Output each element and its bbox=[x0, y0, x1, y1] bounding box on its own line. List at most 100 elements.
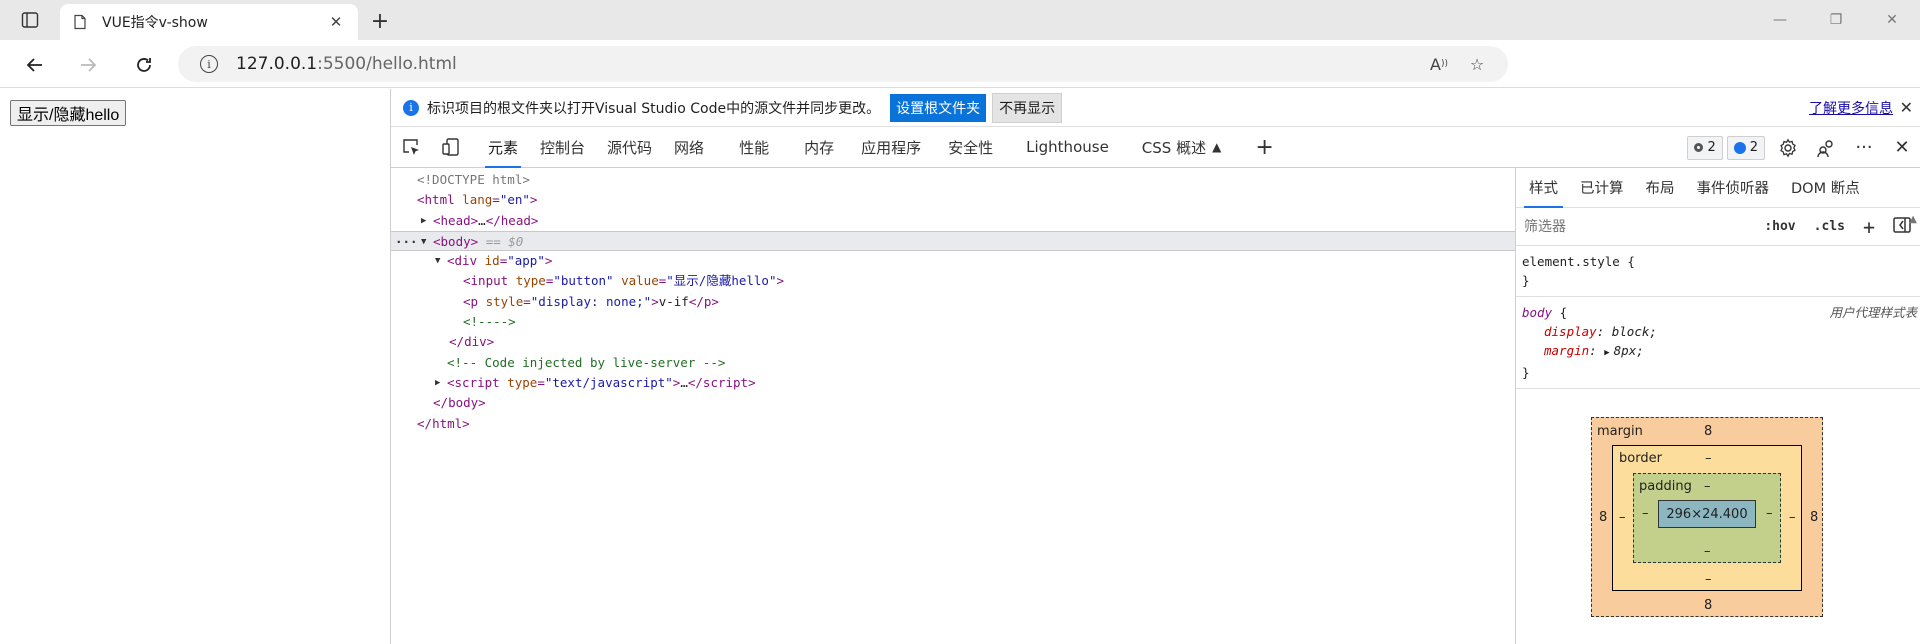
border-top-value[interactable]: – bbox=[1705, 451, 1712, 466]
tab-network[interactable]: 网络 bbox=[663, 127, 728, 168]
experiment-flask-icon: ▲ bbox=[1212, 140, 1222, 154]
border-left-value[interactable]: – bbox=[1619, 510, 1626, 525]
dom-node-html-close[interactable]: </html> bbox=[391, 414, 1515, 434]
refresh-button[interactable] bbox=[129, 50, 159, 80]
device-emulation-button[interactable] bbox=[431, 127, 471, 168]
collapse-triangle-icon[interactable]: ▼ bbox=[435, 251, 440, 271]
styles-pane: 样式 已计算 布局 事件侦听器 DOM 断点 :hov .cls + ▲ ele… bbox=[1515, 168, 1920, 644]
padding-right-value[interactable]: – bbox=[1766, 506, 1773, 521]
infobar-close-icon[interactable]: ✕ bbox=[1900, 98, 1913, 117]
box-model-border[interactable]: border – – – – padding – – – – 296×24.40… bbox=[1612, 445, 1802, 591]
feedback-button[interactable] bbox=[1807, 127, 1845, 168]
body-rule-selector: body bbox=[1522, 305, 1553, 320]
dom-node-body-close[interactable]: </body> bbox=[391, 393, 1515, 413]
tab-console[interactable]: 控制台 bbox=[529, 127, 596, 168]
dom-node-body-selected[interactable]: ··· ▼ <body> == $0 bbox=[391, 230, 1515, 252]
read-aloud-icon[interactable]: A)) bbox=[1428, 53, 1450, 75]
tab-close-icon[interactable]: ✕ bbox=[326, 12, 346, 32]
tab-computed[interactable]: 已计算 bbox=[1571, 168, 1633, 208]
tab-memory[interactable]: 内存 bbox=[793, 127, 850, 168]
devtools-settings-button[interactable] bbox=[1769, 127, 1807, 168]
address-bar[interactable]: i 127.0.0.1:5500/hello.html A)) ☆ bbox=[178, 46, 1508, 82]
tab-elements[interactable]: 元素 bbox=[477, 127, 529, 168]
tab-actions-button[interactable] bbox=[10, 7, 50, 33]
tab-styles[interactable]: 样式 bbox=[1520, 168, 1567, 208]
info-icon: i bbox=[403, 99, 419, 116]
css-prop-name: display bbox=[1544, 324, 1597, 339]
box-model-padding[interactable]: padding – – – – 296×24.400 bbox=[1633, 473, 1781, 563]
margin-bottom-value[interactable]: 8 bbox=[1704, 598, 1712, 613]
border-bottom-value[interactable]: – bbox=[1705, 572, 1712, 587]
element-style-rule[interactable]: element.style { } bbox=[1516, 246, 1920, 297]
dom-node-head[interactable]: ▶ <head>…</head> bbox=[391, 211, 1515, 231]
tab-css-overview[interactable]: CSS 概述 ▲ bbox=[1131, 127, 1233, 168]
styles-toolbar: :hov .cls + bbox=[1764, 215, 1911, 239]
new-style-rule-icon[interactable]: + bbox=[1863, 215, 1875, 239]
body-style-rule[interactable]: body { 用户代理样式表 display: block; margin: ▶… bbox=[1516, 297, 1920, 389]
hov-toggle[interactable]: :hov bbox=[1764, 219, 1795, 234]
margin-right-value[interactable]: 8 bbox=[1810, 510, 1818, 525]
learn-more-link[interactable]: 了解更多信息 bbox=[1809, 98, 1893, 118]
cls-toggle[interactable]: .cls bbox=[1814, 219, 1845, 234]
dont-show-again-button[interactable]: 不再显示 bbox=[992, 92, 1063, 123]
devtools-more-button[interactable]: ··· bbox=[1845, 127, 1883, 168]
scroll-up-arrow-icon[interactable]: ▲ bbox=[1909, 214, 1917, 225]
set-root-folder-button[interactable]: 设置根文件夹 bbox=[890, 93, 987, 122]
messages-badge[interactable]: 2 bbox=[1726, 135, 1765, 160]
expand-triangle-icon[interactable]: ▶ bbox=[435, 373, 440, 393]
tag-script-close: script bbox=[702, 374, 749, 390]
forward-button[interactable] bbox=[73, 50, 103, 80]
collapse-triangle-icon[interactable]: ▼ bbox=[421, 232, 426, 252]
dom-node-input[interactable]: <input type="button" value="显示/隐藏hello"> bbox=[391, 271, 1515, 291]
toggle-hello-button[interactable]: 显示/隐藏hello bbox=[10, 100, 127, 126]
attr-id: id bbox=[484, 253, 500, 269]
styles-filter-input[interactable] bbox=[1520, 212, 1710, 241]
node-actions-icon[interactable]: ··· bbox=[395, 232, 418, 252]
tab-event-listeners[interactable]: 事件侦听器 bbox=[1688, 168, 1779, 208]
padding-left-value[interactable]: – bbox=[1642, 506, 1649, 521]
tab-dom-breakpoints[interactable]: DOM 断点 bbox=[1782, 168, 1869, 208]
issues-badge[interactable]: 2 bbox=[1687, 135, 1723, 160]
computed-sidebar-toggle-icon[interactable] bbox=[1893, 216, 1911, 237]
border-right-value[interactable]: – bbox=[1789, 510, 1796, 525]
dom-node-p[interactable]: <p style="display: none;">v-if</p> bbox=[391, 292, 1515, 312]
padding-top-value[interactable]: – bbox=[1704, 479, 1711, 494]
dom-node-script[interactable]: ▶ <script type="text/javascript">…</scrip… bbox=[391, 373, 1515, 393]
dom-node-html[interactable]: <html lang="en"> bbox=[391, 190, 1515, 210]
site-info-icon[interactable]: i bbox=[200, 55, 218, 73]
tab-security[interactable]: 安全性 bbox=[937, 127, 1015, 168]
box-model-content-size[interactable]: 296×24.400 bbox=[1658, 500, 1756, 528]
new-tab-button[interactable]: + bbox=[366, 7, 394, 35]
browser-tab-active[interactable]: VUE指令v-show ✕ bbox=[60, 4, 358, 40]
add-favorite-icon[interactable]: ☆ bbox=[1466, 53, 1488, 75]
more-tools-button[interactable]: + bbox=[1244, 127, 1284, 168]
attr-script-type: type bbox=[507, 374, 538, 390]
back-button[interactable] bbox=[20, 50, 50, 80]
devtools-close-button[interactable]: ✕ bbox=[1883, 127, 1920, 168]
close-window-icon[interactable]: ✕ bbox=[1864, 0, 1920, 40]
margin-top-value[interactable]: 8 bbox=[1704, 424, 1712, 439]
css-property-display[interactable]: display: block; bbox=[1522, 322, 1915, 341]
margin-label: margin bbox=[1597, 424, 1643, 439]
tab-application[interactable]: 应用程序 bbox=[850, 127, 937, 168]
dom-node-div-app[interactable]: ▼ <div id="app"> bbox=[391, 251, 1515, 271]
css-property-margin[interactable]: margin: ▶ 8px; bbox=[1522, 341, 1915, 363]
dom-node-empty-comment[interactable]: <!----> bbox=[391, 312, 1515, 332]
margin-left-value[interactable]: 8 bbox=[1599, 510, 1607, 525]
box-model-margin[interactable]: margin 8 8 8 8 border – – – – padding – … bbox=[1591, 417, 1823, 617]
expand-triangle-icon[interactable]: ▶ bbox=[421, 211, 426, 231]
restore-icon[interactable]: ❐ bbox=[1808, 0, 1864, 40]
dom-node-live-server-comment[interactable]: <!-- Code injected by live-server --> bbox=[391, 353, 1515, 373]
tab-performance[interactable]: 性能 bbox=[728, 127, 793, 168]
expand-triangle-icon[interactable]: ▶ bbox=[1604, 348, 1609, 358]
inspect-element-button[interactable] bbox=[391, 127, 431, 168]
devtools-infobar: i 标识项目的根文件夹以打开Visual Studio Code中的源文件并同步… bbox=[391, 89, 1920, 127]
dom-node-doctype[interactable]: <!DOCTYPE html> bbox=[391, 170, 1515, 190]
attr-script-type-value: "text/javascript" bbox=[544, 374, 673, 390]
tab-sources[interactable]: 源代码 bbox=[596, 127, 663, 168]
dom-node-div-close[interactable]: </div> bbox=[391, 332, 1515, 352]
minimize-icon[interactable]: — bbox=[1752, 0, 1808, 40]
padding-bottom-value[interactable]: – bbox=[1704, 544, 1711, 559]
tab-lighthouse[interactable]: Lighthouse bbox=[1015, 127, 1131, 168]
tab-layout[interactable]: 布局 bbox=[1637, 168, 1684, 208]
